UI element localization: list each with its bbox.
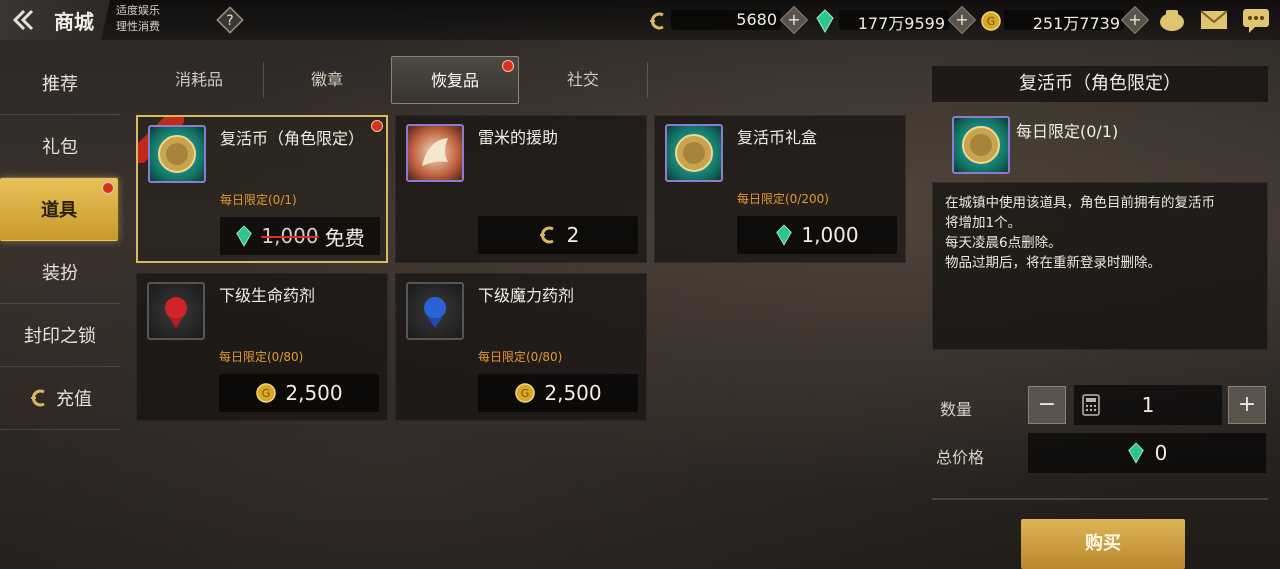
daily-limit: 每日限定(0/200) [737,192,829,206]
daily-limit: 每日限定(0/80) [219,350,304,364]
gold-coin-icon: G [981,11,1001,31]
currency-gem: 177万9599 + [813,5,977,35]
gold-coin-icon: G [515,383,536,403]
product-card[interactable]: 下级生命药剂 每日限定(0/80) G 2,500 [136,273,388,421]
price-value: 2,500 [285,381,343,405]
add-gold-button[interactable]: + [1120,5,1150,35]
quantity-input[interactable]: 1 [1074,385,1222,425]
detail-daily-limit: 每日限定(0/1) [1016,122,1119,141]
increase-quantity-button[interactable]: + [1228,386,1266,424]
hp-potion-icon [147,282,205,340]
quantity-label: 数量 [940,400,973,419]
daily-limit: 每日限定(0/1) [220,193,297,207]
total-price: 0 [1028,433,1266,473]
price-value: 免费 [324,225,365,250]
svg-text:?: ? [226,13,233,29]
tab-recovery[interactable]: 恢复品 [391,56,519,104]
product-name: 复活币礼盒 [737,128,818,147]
sidebar-item-label: 道具 [41,200,77,221]
gem-value: 177万9599 [857,14,945,33]
sidebar-item-recommend[interactable]: 推荐 [0,52,120,115]
c-coin-icon [539,226,554,244]
tab-social[interactable]: 社交 [519,56,647,104]
total-price-value: 0 [1154,441,1168,465]
sidebar-item-items[interactable]: 道具 [0,178,118,241]
revive-coin-box-icon [665,124,723,182]
c-coin-icon [31,389,45,407]
price-button[interactable]: 1,000 [737,216,897,254]
subcategory-tabs: 消耗品 徽章 恢复品 社交 [135,56,655,104]
sidebar-item-label: 礼包 [42,137,78,158]
price-button[interactable]: 1,000 免费 [220,217,380,255]
calculator-icon[interactable] [1082,394,1100,416]
daily-limit: 每日限定(0/80) [478,350,563,364]
gold-coin-icon: G [256,383,277,403]
mail-icon[interactable] [1199,6,1229,34]
product-name: 下级生命药剂 [219,286,316,305]
notification-dot [102,182,114,194]
item-description: 在城镇中使用该道具，角色目前拥有的复活币 将增加1个。 每天凌晨6点删除。 物品… [932,182,1268,350]
quantity-value: 1 [1141,393,1155,417]
sidebar-item-recharge[interactable]: 充值 [0,367,120,430]
back-arrow-icon [12,9,34,31]
c-coin-value: 5680 [736,10,777,29]
gold-value: 251万7739 [1032,14,1120,33]
price-button[interactable]: G 2,500 [219,374,379,412]
product-name: 复活币（角色限定） [220,129,365,148]
product-card[interactable]: 租 复活币（角色限定） 每日限定(0/1) 1,000 免费 [136,115,388,263]
price-value: 2,500 [544,381,602,405]
green-gem-icon [816,9,834,33]
sidebar-item-costume[interactable]: 装扮 [0,241,120,304]
svg-text:G: G [521,387,530,400]
product-name: 下级魔力药剂 [478,286,575,305]
top-bar: 商城 适度娱乐 理性消费 ? 5680 + 177万9599 + G 251万7… [0,0,1280,40]
back-button[interactable]: 商城 [0,0,110,40]
sidebar-item-label: 装扮 [42,263,78,284]
price-button[interactable]: 2 [478,216,638,254]
revive-coin-icon [952,116,1010,174]
svg-text:G: G [262,387,271,400]
svg-text:G: G [987,15,996,28]
green-gem-icon [1127,442,1144,464]
product-card[interactable]: 下级魔力药剂 每日限定(0/80) G 2,500 [395,273,647,421]
revive-coin-icon [148,125,206,183]
moderation-notice: 适度娱乐 理性消费 [116,4,160,33]
currency-c-coin: 5680 + [645,5,809,35]
price-value: 2 [566,223,580,247]
storage-bag-icon[interactable] [1157,6,1187,34]
page-title: 商城 [54,10,94,34]
sidebar-item-label: 封印之锁 [24,326,96,347]
decrease-quantity-button[interactable]: − [1028,386,1066,424]
tab-consumables[interactable]: 消耗品 [135,56,263,104]
detail-title: 复活币（角色限定） [932,66,1268,102]
green-gem-icon [776,224,793,246]
help-icon[interactable]: ? [216,6,244,34]
price-button[interactable]: G 2,500 [478,374,638,412]
product-card[interactable]: 复活币礼盒 每日限定(0/200) 1,000 [654,115,906,263]
sidebar-item-packages[interactable]: 礼包 [0,115,120,178]
add-gem-button[interactable]: + [947,5,977,35]
remy-aid-icon [406,124,464,182]
category-sidebar: 推荐 礼包 道具 装扮 封印之锁 充值 [0,52,120,430]
chat-icon[interactable] [1241,6,1271,34]
price-value: 1,000 [801,223,859,247]
c-coin-icon [650,12,664,30]
product-card[interactable]: 雷米的援助 2 [395,115,647,263]
divider [932,498,1268,500]
add-c-coin-button[interactable]: + [779,5,809,35]
currency-gold: G 251万7739 + [978,5,1150,35]
mp-potion-icon [406,282,464,340]
tab-badges[interactable]: 徽章 [263,56,391,104]
sidebar-item-label: 充值 [56,389,92,410]
buy-button[interactable]: 购买 [1021,519,1185,569]
product-name: 雷米的援助 [478,128,559,147]
sidebar-item-seal-lock[interactable]: 封印之锁 [0,304,120,367]
green-gem-icon [236,225,253,247]
total-price-label: 总价格 [936,448,985,467]
notification-dot [371,120,383,132]
sidebar-item-label: 推荐 [42,74,78,95]
original-price: 1,000 [261,224,319,248]
notification-dot [502,60,514,72]
item-detail-panel: 复活币（角色限定） 每日限定(0/1) 在城镇中使用该道具，角色目前拥有的复活币… [932,66,1268,569]
